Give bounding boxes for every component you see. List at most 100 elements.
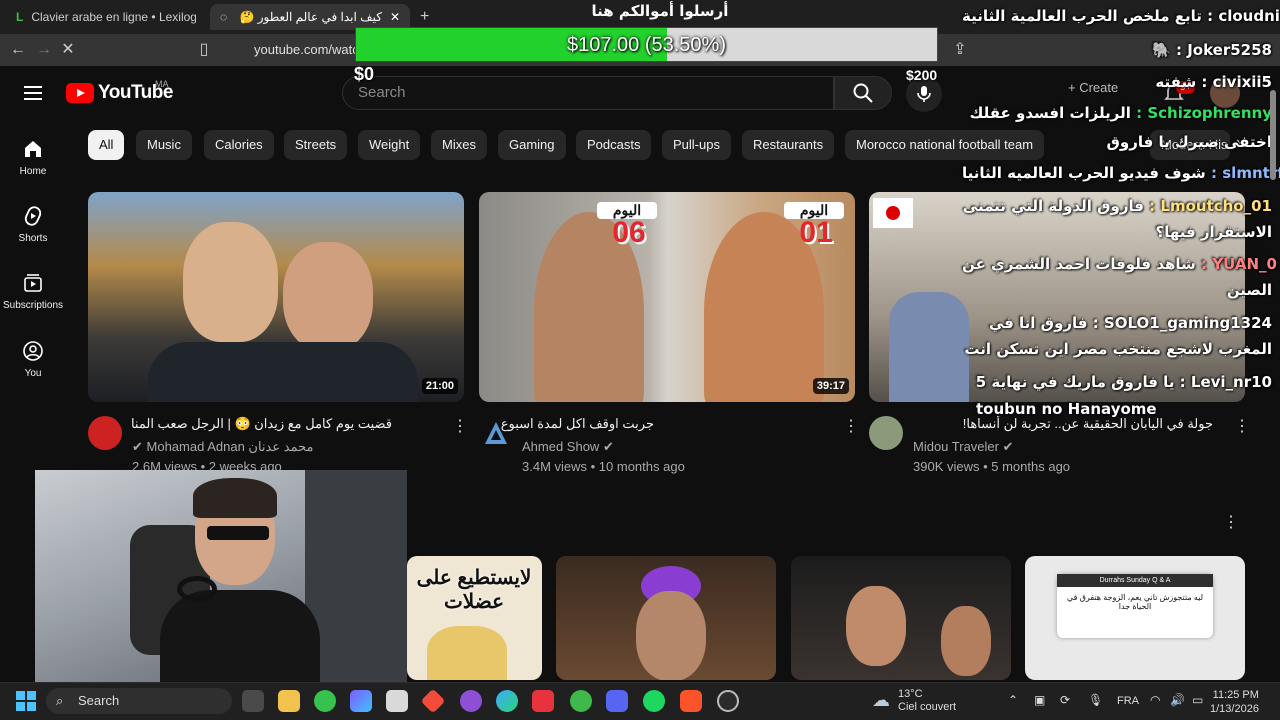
taskbar-search[interactable]: ⌕ Search (46, 688, 232, 714)
windows-start-icon[interactable] (16, 691, 36, 711)
channel-name[interactable]: Midou Traveler ✔ (913, 439, 1014, 455)
app-icon[interactable] (532, 690, 554, 712)
shorts-more-options-icon[interactable]: ⋮ (1223, 512, 1239, 532)
chat-message-text: يا فاروق ماريك في نهاية 5 (975, 373, 1175, 391)
volume-icon[interactable]: 🔊 (1170, 693, 1185, 707)
channel-avatar[interactable] (88, 416, 122, 450)
browser-tab[interactable]: L Clavier arabe en ligne • Lexilogos (6, 4, 206, 30)
chip-mixes[interactable]: Mixes (431, 130, 487, 160)
short-thumbnail[interactable] (556, 556, 776, 680)
battery-icon[interactable]: ▭ (1192, 693, 1203, 707)
chat-username: : Joker5258 (1170, 41, 1272, 59)
sidebar-item-home[interactable]: Home (0, 138, 66, 177)
short-thumbnail[interactable] (791, 556, 1011, 680)
edge-icon[interactable] (496, 690, 518, 712)
home-icon (25, 141, 41, 157)
forward-icon[interactable]: → (34, 40, 54, 60)
channel-name[interactable]: Ahmed Show ✔ (522, 439, 614, 455)
jacket-image (160, 590, 320, 683)
video-thumbnail[interactable]: اليوم 06 اليوم 01 39:17 (479, 192, 855, 402)
weather-widget[interactable]: 13°C Ciel couvert (898, 688, 956, 714)
bookmark-icon[interactable]: ▯ (194, 40, 214, 60)
thumb-number: 06 (612, 216, 646, 249)
tray-icon[interactable]: ⟳ (1060, 693, 1070, 707)
taskbar-search-label: Search (78, 693, 120, 708)
chip-gaming[interactable]: Gaming (498, 130, 566, 160)
chat-message-text: اختفى صبرك يا فاروق (1106, 133, 1273, 151)
video-title[interactable]: قضيت يوم كامل مع زيدان 😳 | الرجل صعب الم… (130, 416, 392, 432)
chip-pull-ups[interactable]: Pull-ups (662, 130, 731, 160)
youtube-play-icon (66, 83, 94, 103)
chat-username: : SOLO1_gaming1324 (1087, 314, 1272, 332)
short-thumbnail[interactable]: لايستطيع على عضلات (407, 556, 542, 680)
video-title[interactable]: جربت اوقف اكل لمدة اسبوع (501, 416, 654, 432)
video-duration: 39:17 (812, 378, 849, 394)
more-options-icon[interactable]: ⋮ (452, 416, 468, 436)
stop-loading-icon[interactable]: ✕ (58, 40, 78, 60)
chip-all[interactable]: All (88, 130, 125, 160)
video-meta: 390K views • 5 months ago (913, 459, 1071, 474)
clock-time: 11:25 PM (1212, 689, 1259, 701)
scrollbar-thumb[interactable] (1270, 90, 1276, 180)
twitch-icon[interactable] (460, 690, 482, 712)
loading-icon: ◌ (220, 10, 228, 24)
person-face-image (846, 586, 906, 666)
chip-music[interactable]: Music (136, 130, 192, 160)
short-thumbnail[interactable]: Durrahs Sunday Q & A ليه متتجوزش تاني يع… (1025, 556, 1245, 680)
channel-name[interactable]: ✔ Mohamad Adnan محمد عدنان (132, 439, 432, 455)
chat-message: 🐘 : Joker5258 (1152, 40, 1272, 61)
page-scrollbar[interactable] (1268, 70, 1278, 682)
chip-weight[interactable]: Weight (358, 130, 421, 160)
new-tab-icon[interactable]: + (420, 8, 429, 26)
taskbar-clock[interactable]: 11:25 PM 1/13/2026 (1210, 688, 1259, 716)
language-indicator[interactable]: FRA (1117, 695, 1139, 707)
discord-icon[interactable] (606, 690, 628, 712)
brave-icon[interactable] (680, 690, 702, 712)
chat-message: شاهد فلوقات احمد الشمري عن : YUAN_0 (962, 254, 1277, 275)
tray-icon[interactable]: ▣ (1034, 693, 1045, 707)
video-meta: 3.4M views • 10 months ago (522, 459, 685, 474)
tab-close-icon[interactable]: ✕ (390, 10, 400, 24)
chat-message-text: شوف فيديو الحرب العالميه الثانيا (962, 164, 1206, 182)
sidebar-item-you[interactable]: You (0, 340, 66, 379)
chip-calories[interactable]: Calories (204, 130, 274, 160)
qa-card-question: ليه متتجوزش تاني يعم، الزوجة هتفرق في ال… (1066, 593, 1204, 611)
video-thumbnail[interactable]: 21:00 (88, 192, 464, 402)
chip-restaurants[interactable]: Restaurants (742, 130, 835, 160)
chat-message-text: الصين (1226, 281, 1272, 299)
app-icon[interactable] (570, 690, 592, 712)
back-icon[interactable]: ← (8, 40, 28, 60)
microphone-icon[interactable]: 🎙 (1088, 693, 1103, 707)
store-icon[interactable] (386, 690, 408, 712)
search-button[interactable] (834, 76, 892, 110)
chat-message: فاروق الدولة التي تتمنى : Lmoutcho_01 (963, 196, 1272, 217)
chat-message: المغرب لاشجع منتخب مصر اين تسكن انت (964, 339, 1272, 360)
sidebar-label: Home (19, 166, 47, 177)
sunglasses-image (207, 526, 269, 540)
chip-podcasts[interactable]: Podcasts (576, 130, 652, 160)
file-explorer-icon[interactable] (278, 690, 300, 712)
more-options-icon[interactable]: ⋮ (843, 416, 859, 436)
search-input[interactable]: Search (342, 76, 834, 110)
arm-image (941, 606, 991, 676)
copilot-icon[interactable] (350, 690, 372, 712)
chip-morocco-national-football-team[interactable]: Morocco national football team (845, 130, 1045, 160)
hamburger-menu-icon[interactable] (22, 82, 44, 104)
task-view-icon[interactable] (242, 690, 264, 712)
sidebar-item-subscriptions[interactable]: Subscriptions (0, 272, 66, 311)
chat-username: toubun no Hanayome (976, 400, 1157, 418)
obs-icon[interactable] (717, 690, 739, 712)
donation-title: أرسلوا أموالكم هنا (591, 2, 729, 20)
spotify-icon[interactable] (643, 690, 665, 712)
app-icon[interactable] (314, 690, 336, 712)
channel-avatar[interactable] (869, 416, 903, 450)
chip-streets[interactable]: Streets (284, 130, 348, 160)
create-button[interactable]: + Create (1068, 80, 1118, 95)
more-options-icon[interactable]: ⋮ (1234, 416, 1250, 436)
chevron-up-icon[interactable]: ⌃ (1008, 693, 1018, 707)
share-icon[interactable]: ⇪ (950, 40, 970, 60)
person-image (889, 292, 969, 402)
sidebar-item-shorts[interactable]: Shorts (0, 205, 66, 244)
wifi-icon[interactable]: ◠ (1150, 693, 1160, 707)
lexilogos-favicon-icon: L (16, 10, 24, 24)
